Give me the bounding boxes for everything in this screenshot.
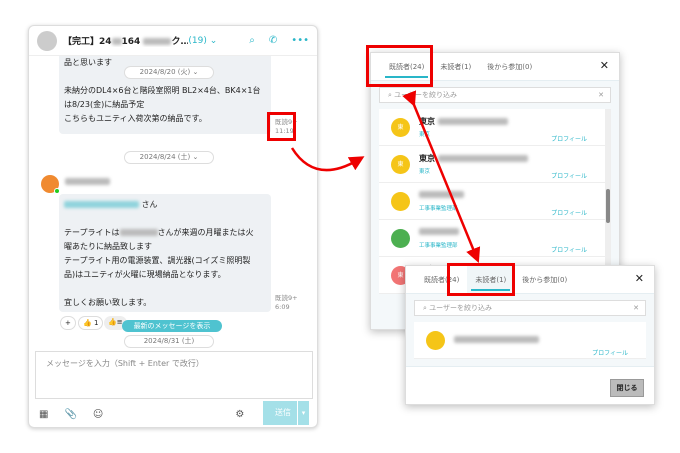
arrow-double <box>402 90 481 263</box>
annotation-arrows <box>290 90 481 263</box>
arrow-curved <box>290 147 365 172</box>
